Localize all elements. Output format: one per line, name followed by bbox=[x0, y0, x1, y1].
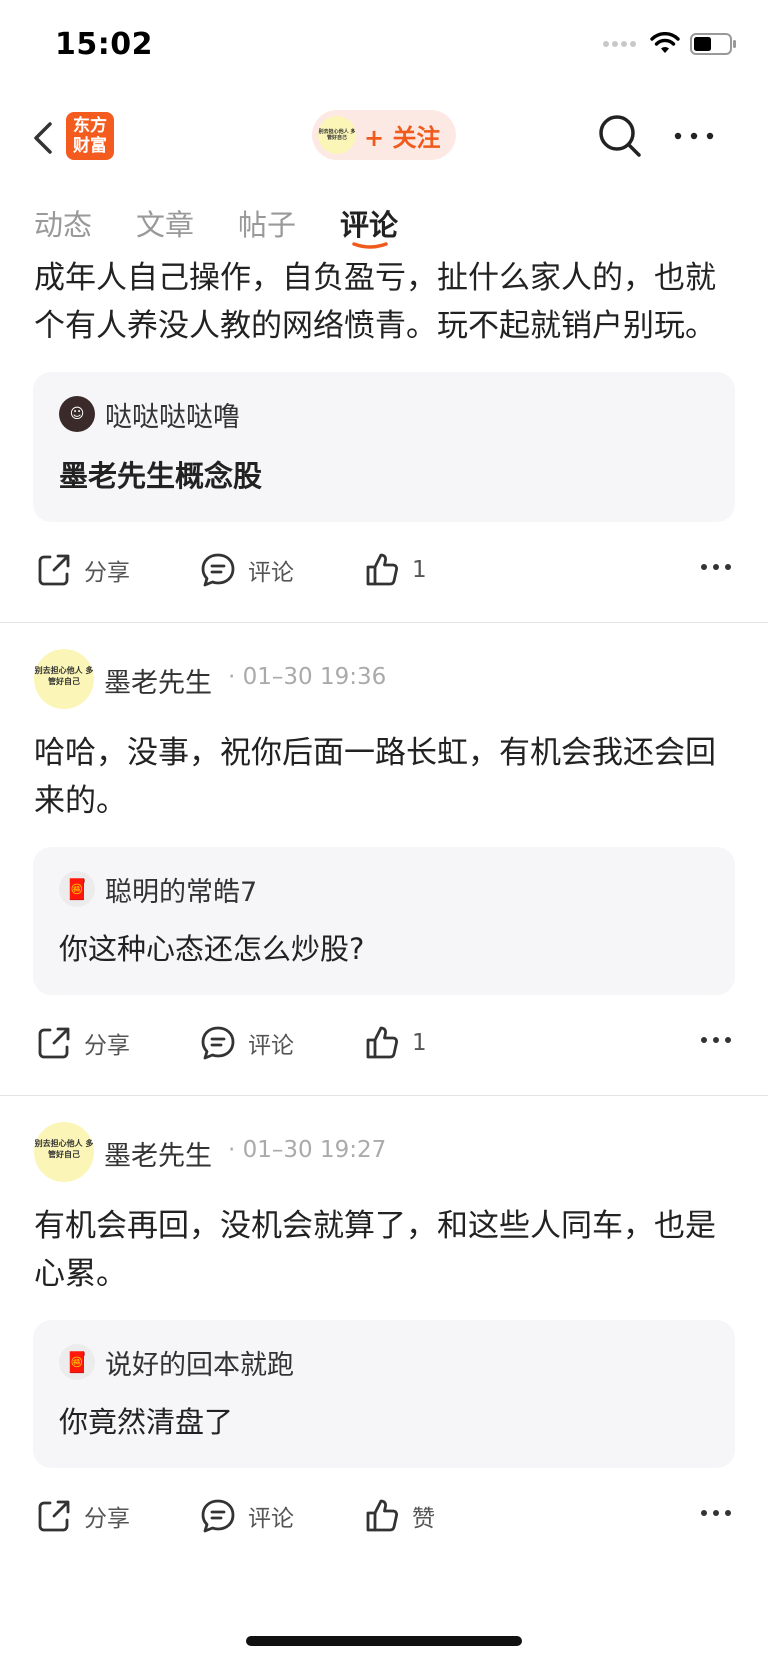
author-name[interactable]: 墨老先生 bbox=[104, 661, 212, 700]
divider bbox=[0, 622, 768, 623]
profile-tabs: 动态 文章 帖子 评论 bbox=[0, 184, 768, 254]
like-button[interactable]: 1 bbox=[364, 552, 427, 588]
comment-text: 哈哈，没事，祝你后面一路长虹，有机会我还会回来的。 bbox=[34, 735, 716, 819]
thumbs-up-icon bbox=[366, 1026, 398, 1059]
post-time: · 01–30 19:27 bbox=[228, 1137, 387, 1163]
share-label: 分享 bbox=[84, 1506, 130, 1532]
follow-label: + 关注 bbox=[364, 123, 441, 152]
author-name[interactable]: 墨老先生 bbox=[104, 1134, 212, 1173]
thumbs-up-icon bbox=[366, 553, 398, 586]
quoted-title: 墨老先生概念股 bbox=[59, 459, 263, 493]
battery-icon bbox=[690, 33, 736, 55]
quoted-title: 你这种心态还怎么炒股? bbox=[59, 932, 365, 966]
comment-text: 有机会再回，没机会就算了，和这些人同车，也是心累。 bbox=[34, 1208, 716, 1292]
like-button[interactable]: 1 bbox=[364, 1025, 427, 1061]
share-button[interactable]: 分享 bbox=[36, 552, 130, 588]
follow-button[interactable]: 别去担心他人 多管好自己 + 关注 bbox=[312, 110, 456, 160]
like-label: 赞 bbox=[412, 1506, 435, 1532]
tab-posts[interactable]: 帖子 bbox=[238, 202, 296, 244]
author-avatar[interactable]: 别去担心他人 多管好自己 bbox=[34, 649, 94, 709]
quoted-user-avatar: 🧧 bbox=[59, 1344, 95, 1380]
comment-label: 评论 bbox=[248, 1506, 294, 1532]
action-bar: 分享 评论 1 bbox=[0, 522, 768, 622]
more-menu-icon[interactable] bbox=[672, 118, 716, 154]
comment-item: 成年人自己操作，自负盈亏，扯什么家人的，也就个有人养没人教的网络愤青。玩不起就销… bbox=[0, 254, 768, 623]
like-button[interactable]: 赞 bbox=[364, 1498, 435, 1534]
quoted-username: 说好的回本就跑 bbox=[105, 1349, 294, 1381]
tab-dongtai[interactable]: 动态 bbox=[34, 202, 92, 244]
nav-bar: 东方 财富 别去担心他人 多管好自己 + 关注 bbox=[0, 94, 768, 184]
share-icon bbox=[38, 554, 70, 586]
wifi-icon bbox=[650, 32, 680, 53]
post-more-icon[interactable] bbox=[700, 1508, 732, 1518]
comment-text: 成年人自己操作，自负盈亏，扯什么家人的，也就个有人养没人教的网络愤青。玩不起就销… bbox=[34, 260, 716, 344]
share-icon bbox=[38, 1500, 70, 1532]
action-bar: 分享 评论 1 bbox=[0, 995, 768, 1095]
status-time: 15:02 bbox=[55, 27, 153, 62]
quoted-user: 🧧 聪明的常皓7 bbox=[59, 869, 709, 909]
comment-item: 别去担心他人 多管好自己 墨老先生 · 01–30 19:36 哈哈，没事，祝你… bbox=[0, 649, 768, 1096]
back-arrow-icon[interactable] bbox=[26, 114, 62, 162]
comment-label: 评论 bbox=[248, 560, 294, 586]
quoted-username: 哒哒哒哒噜 bbox=[105, 401, 240, 433]
active-tab-indicator bbox=[352, 242, 388, 249]
share-button[interactable]: 分享 bbox=[36, 1498, 130, 1534]
tab-articles[interactable]: 文章 bbox=[136, 202, 194, 244]
user-avatar: 别去担心他人 多管好自己 bbox=[318, 116, 356, 154]
quoted-user: ☺ 哒哒哒哒噜 bbox=[59, 394, 709, 434]
quoted-post[interactable]: ☺ 哒哒哒哒噜 墨老先生概念股 bbox=[33, 372, 735, 522]
app-logo: 东方 财富 bbox=[66, 112, 114, 160]
comment-label: 评论 bbox=[248, 1033, 294, 1059]
comment-button[interactable]: 评论 bbox=[200, 1025, 294, 1061]
quoted-post[interactable]: 🧧 聪明的常皓7 你这种心态还怎么炒股? bbox=[33, 847, 735, 995]
author-avatar[interactable]: 别去担心他人 多管好自己 bbox=[34, 1122, 94, 1182]
signal-icon bbox=[603, 41, 636, 47]
quoted-username: 聪明的常皓7 bbox=[105, 876, 258, 908]
comment-icon bbox=[201, 1499, 235, 1533]
quoted-user-avatar: 🧧 bbox=[59, 871, 95, 907]
post-header: 别去担心他人 多管好自己 墨老先生 · 01–30 19:27 bbox=[0, 1122, 768, 1182]
divider bbox=[0, 1095, 768, 1096]
post-time: · 01–30 19:36 bbox=[228, 664, 387, 690]
status-icons bbox=[603, 32, 738, 56]
post-more-icon[interactable] bbox=[700, 562, 732, 572]
comment-item: 别去担心他人 多管好自己 墨老先生 · 01–30 19:27 有机会再回，没机… bbox=[0, 1122, 768, 1568]
quoted-user: 🧧 说好的回本就跑 bbox=[59, 1342, 709, 1382]
search-icon[interactable] bbox=[596, 112, 644, 160]
like-count: 1 bbox=[412, 1030, 427, 1056]
thumbs-up-icon bbox=[366, 1499, 398, 1532]
comment-icon bbox=[201, 553, 235, 587]
quoted-title: 你竟然清盘了 bbox=[59, 1405, 234, 1439]
like-count: 1 bbox=[412, 557, 427, 583]
comment-feed: 成年人自己操作，自负盈亏，扯什么家人的，也就个有人养没人教的网络愤青。玩不起就销… bbox=[0, 254, 768, 1568]
quoted-post[interactable]: 🧧 说好的回本就跑 你竟然清盘了 bbox=[33, 1320, 735, 1468]
share-label: 分享 bbox=[84, 560, 130, 586]
logo-line1: 东方 bbox=[73, 116, 107, 136]
home-indicator[interactable] bbox=[246, 1636, 522, 1646]
comment-button[interactable]: 评论 bbox=[200, 1498, 294, 1534]
quoted-user-avatar: ☺ bbox=[59, 396, 95, 432]
share-button[interactable]: 分享 bbox=[36, 1025, 130, 1061]
share-icon bbox=[38, 1027, 70, 1059]
post-more-icon[interactable] bbox=[700, 1035, 732, 1045]
tab-comments[interactable]: 评论 bbox=[340, 202, 398, 244]
comment-icon bbox=[201, 1026, 235, 1060]
action-bar: 分享 评论 赞 bbox=[0, 1468, 768, 1568]
comment-button[interactable]: 评论 bbox=[200, 552, 294, 588]
logo-line2: 财富 bbox=[73, 136, 107, 156]
status-bar: 15:02 bbox=[0, 0, 768, 94]
post-header: 别去担心他人 多管好自己 墨老先生 · 01–30 19:36 bbox=[0, 649, 768, 709]
share-label: 分享 bbox=[84, 1033, 130, 1059]
